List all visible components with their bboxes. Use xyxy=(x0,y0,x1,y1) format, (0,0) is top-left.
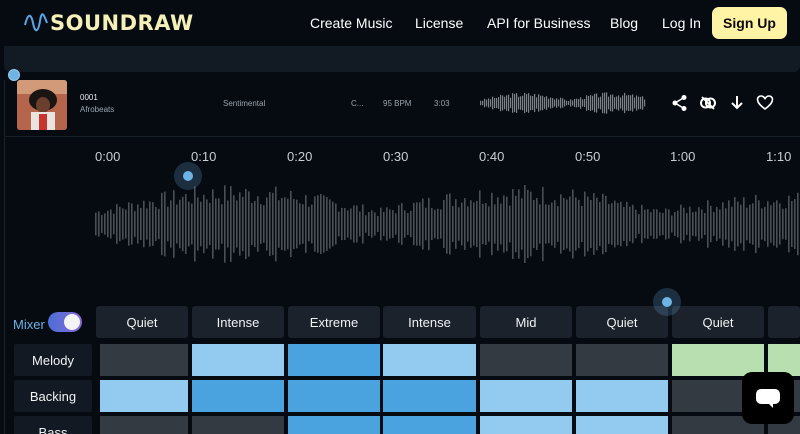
energy-segment[interactable]: Extreme xyxy=(288,306,380,338)
toggle-knob xyxy=(64,314,80,330)
chat-icon[interactable] xyxy=(742,372,794,424)
mixer-cell-bass[interactable] xyxy=(576,416,668,434)
energy-segment[interactable]: Mid xyxy=(480,306,572,338)
link-icon[interactable] xyxy=(699,94,717,112)
mixer-cell-bass[interactable] xyxy=(288,416,380,434)
pane-border xyxy=(4,80,5,434)
mixer-cell-bass[interactable] xyxy=(100,416,188,434)
track-cover-art[interactable] xyxy=(17,80,67,130)
mixer-cell-backing[interactable] xyxy=(100,380,188,412)
nav-license[interactable]: License xyxy=(415,15,463,31)
top-nav: SOUNDRAW Create Music License API for Bu… xyxy=(0,0,800,46)
instrument-label-backing: Backing xyxy=(14,380,92,412)
track-theme: C... xyxy=(351,99,364,108)
energy-segment[interactable]: Quiet xyxy=(672,306,764,338)
track-row-divider xyxy=(4,136,800,137)
track-length: 3:03 xyxy=(434,99,450,108)
brand-name: SOUNDRAW xyxy=(50,11,194,35)
mixer-label: Mixer xyxy=(13,317,45,332)
timeline-tick: 0:30 xyxy=(383,149,409,164)
instrument-label-bass: Bass xyxy=(14,416,92,434)
track-genre: Afrobeats xyxy=(80,105,115,114)
mixer-cell-bass[interactable] xyxy=(192,416,284,434)
timeline-tick: 1:00 xyxy=(670,149,696,164)
mixer-cell-bass[interactable] xyxy=(383,416,476,434)
track-bpm: 95 BPM xyxy=(383,99,412,108)
mixer-cell-melody[interactable] xyxy=(288,344,380,376)
mixer-cell-backing[interactable] xyxy=(480,380,572,412)
mixer-cell-backing[interactable] xyxy=(192,380,284,412)
mixer-cell-melody[interactable] xyxy=(576,344,668,376)
mixer-cell-melody[interactable] xyxy=(383,344,476,376)
toolbar-strip xyxy=(4,46,800,72)
playhead-handle[interactable] xyxy=(183,171,193,181)
download-icon[interactable] xyxy=(728,94,746,112)
mixer-cell-backing[interactable] xyxy=(288,380,380,412)
share-icon[interactable] xyxy=(671,94,689,112)
track-mini-waveform[interactable] xyxy=(480,91,646,115)
section-handle[interactable] xyxy=(662,297,672,307)
timeline-tick: 0:20 xyxy=(287,149,313,164)
instrument-label-melody: Melody xyxy=(14,344,92,376)
timeline-tick: 0:00 xyxy=(95,149,121,164)
nav-api-for-business[interactable]: API for Business xyxy=(487,15,591,31)
sign-up-button[interactable]: Sign Up xyxy=(712,7,787,39)
mixer-cell-melody[interactable] xyxy=(480,344,572,376)
energy-segment[interactable]: Quiet xyxy=(576,306,668,338)
timeline-tick: 1:10 xyxy=(766,149,792,164)
timeline-tick: 0:40 xyxy=(479,149,505,164)
energy-segment[interactable]: Quiet xyxy=(96,306,188,338)
mixer-cell-bass[interactable] xyxy=(480,416,572,434)
nav-blog[interactable]: Blog xyxy=(610,15,638,31)
track-id: 0001 xyxy=(80,93,98,102)
mixer-cell-melody[interactable] xyxy=(100,344,188,376)
mixer-toggle[interactable] xyxy=(48,312,82,332)
timeline-tick: 0:50 xyxy=(575,149,601,164)
soundraw-logo[interactable]: SOUNDRAW xyxy=(24,9,194,37)
track-mood: Sentimental xyxy=(223,99,266,108)
nav-create-music[interactable]: Create Music xyxy=(310,15,392,31)
energy-segment[interactable]: Intense xyxy=(383,306,476,338)
main-waveform[interactable] xyxy=(95,178,800,270)
heart-icon[interactable] xyxy=(756,94,774,112)
mixer-cell-melody[interactable] xyxy=(192,344,284,376)
timeline-tick: 0:10 xyxy=(191,149,217,164)
mixer-cell-backing[interactable] xyxy=(383,380,476,412)
logo-wave-icon xyxy=(24,13,48,32)
energy-segment-partial[interactable] xyxy=(768,306,800,338)
mixer-cell-backing[interactable] xyxy=(576,380,668,412)
energy-segment[interactable]: Intense xyxy=(192,306,284,338)
nav-log-in[interactable]: Log In xyxy=(662,15,701,31)
